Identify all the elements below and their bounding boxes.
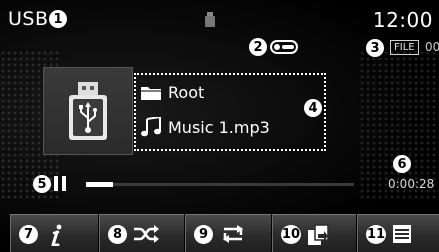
shuffle-button[interactable]: 8 (99, 214, 184, 252)
callout-play-time: 6 (393, 155, 411, 173)
callout-play-state: 5 (33, 175, 51, 193)
callout-info: 7 (19, 225, 38, 244)
list-button[interactable]: 11 (357, 214, 439, 252)
usb-connected-icon (205, 12, 215, 27)
copy-icon (308, 224, 329, 245)
callout-source: 1 (49, 10, 67, 28)
clock: 12:00 (372, 8, 433, 32)
copy-button[interactable]: 10 (272, 214, 356, 252)
info-button[interactable]: 7 (10, 214, 98, 252)
callout-repeat: 9 (194, 225, 213, 244)
list-icon (393, 225, 411, 243)
file-number: 0001 (425, 40, 439, 54)
folder-name: Root (168, 83, 205, 102)
callout-file-index: 3 (366, 39, 384, 57)
status-bar: USB 1 12:00 (0, 0, 439, 40)
track-info-box: Root Music 1.mp3 (134, 73, 326, 151)
repeat-icon (223, 225, 243, 243)
callout-repeat-mode: 2 (249, 38, 267, 56)
usb-drive-icon (69, 82, 107, 140)
track-row: Music 1.mp3 (140, 117, 270, 137)
file-badge: FILE (390, 40, 419, 55)
callout-copy: 10 (281, 225, 301, 244)
callout-list: 11 (366, 225, 386, 244)
album-art (43, 67, 133, 155)
button-bar: 7 8 9 10 11 (0, 214, 439, 252)
repeat-mode-icon (270, 40, 298, 54)
folder-row: Root (140, 83, 204, 102)
elapsed-time: 0:00:28 (388, 177, 435, 191)
callout-track-info: 4 (304, 99, 322, 117)
progress-fill (86, 182, 113, 187)
repeat-button[interactable]: 9 (185, 214, 271, 252)
callout-shuffle: 8 (108, 225, 127, 244)
info-icon (51, 224, 62, 246)
progress-bar[interactable] (86, 182, 354, 187)
usb-music-screen: USB 1 12:00 2 3 FILE 0001 (0, 0, 439, 252)
track-name: Music 1.mp3 (168, 117, 270, 137)
source-label: USB (8, 8, 49, 30)
folder-icon (141, 87, 161, 100)
pause-icon[interactable] (53, 176, 67, 191)
shuffle-icon (134, 225, 159, 243)
music-note-icon (141, 117, 161, 137)
